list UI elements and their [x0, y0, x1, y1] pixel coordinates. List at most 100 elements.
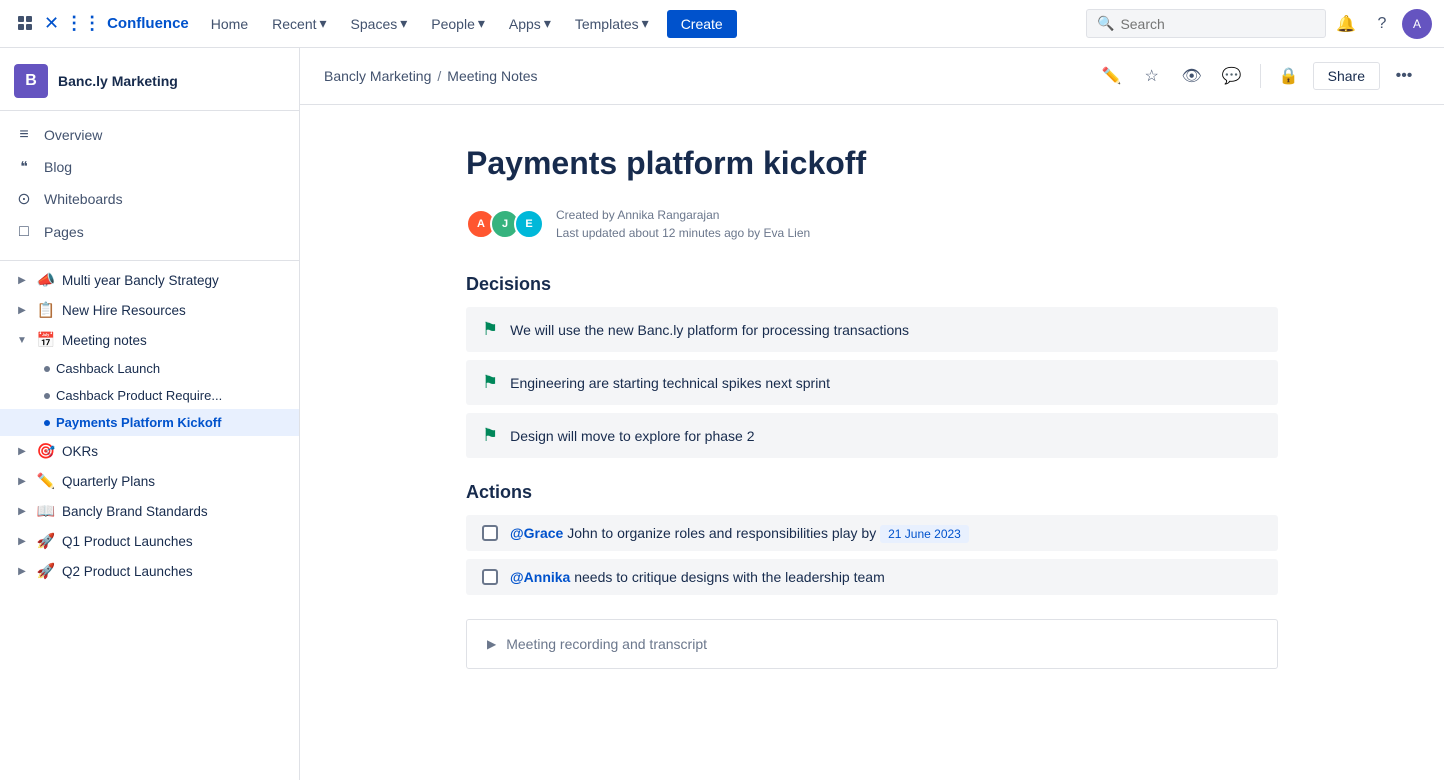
decision-text-3: Design will move to explore for phase 2 — [510, 428, 754, 444]
okrs-icon: 🎯 — [36, 442, 56, 460]
q2-launches-icon: 🚀 — [36, 562, 56, 580]
sidebar-item-blog[interactable]: ❝ Blog — [0, 151, 299, 182]
top-nav: ✕ ⋮⋮ Confluence Home Recent ▾ Spaces ▾ P… — [0, 0, 1444, 48]
bullet-icon — [44, 366, 50, 372]
grid-icon[interactable] — [12, 10, 40, 38]
quarterly-icon: ✏️ — [36, 472, 56, 490]
action-checkbox-1[interactable] — [482, 525, 498, 541]
sidebar-item-pages[interactable]: □ Pages — [0, 216, 299, 248]
sidebar-item-multi-year[interactable]: ▶ 📣 Multi year Bancly Strategy — [0, 265, 299, 295]
user-avatar[interactable]: A — [1402, 9, 1432, 39]
action-checkbox-2[interactable] — [482, 569, 498, 585]
nav-templates[interactable]: Templates ▾ — [565, 9, 659, 38]
sidebar-tree: ▶ 📣 Multi year Bancly Strategy ▶ 📋 New H… — [0, 265, 299, 586]
sidebar-item-q1-launches[interactable]: ▶ 🚀 Q1 Product Launches — [0, 526, 299, 556]
sidebar-item-brand[interactable]: ▶ 📖 Bancly Brand Standards — [0, 496, 299, 526]
sidebar-item-quarterly[interactable]: ▶ ✏️ Quarterly Plans — [0, 466, 299, 496]
breadcrumb-parent[interactable]: Meeting Notes — [447, 68, 537, 84]
breadcrumb-space[interactable]: Bancly Marketing — [324, 68, 431, 84]
space-name: Banc.ly Marketing — [58, 73, 178, 89]
chevron-right-icon: ▶ — [487, 637, 496, 651]
actions-heading: Actions — [466, 482, 1278, 503]
sidebar-divider — [0, 260, 299, 261]
sidebar-header: B Banc.ly Marketing — [0, 48, 299, 111]
action-mention-2: @Annika — [510, 569, 570, 585]
action-item-2: @Annika needs to critique designs with t… — [466, 559, 1278, 595]
lock-button[interactable]: 🔒 — [1273, 60, 1305, 92]
search-bar[interactable]: 🔍 — [1086, 9, 1326, 38]
search-input[interactable] — [1120, 16, 1315, 32]
decision-icon-1: ⚑ — [482, 319, 498, 340]
page-body: Payments platform kickoff A J E Created … — [442, 105, 1302, 709]
breadcrumb: Bancly Marketing / Meeting Notes — [324, 68, 538, 84]
decisions-heading: Decisions — [466, 274, 1278, 295]
watch-button[interactable]: 👁 — [1176, 60, 1208, 92]
eye-icon: 👁 — [1181, 66, 1201, 86]
separator — [1260, 64, 1261, 88]
sidebar-item-meeting-notes[interactable]: ▼ 📅 Meeting notes — [0, 325, 299, 355]
space-icon: B — [14, 64, 48, 98]
overview-icon: ≡ — [14, 126, 34, 144]
star-button[interactable]: ☆ — [1136, 60, 1168, 92]
page-title: Payments platform kickoff — [466, 145, 1278, 182]
multi-year-icon: 📣 — [36, 271, 56, 289]
actions-section: Actions @Grace John to organize roles an… — [466, 482, 1278, 595]
notifications-button[interactable]: 🔔 — [1330, 8, 1362, 40]
action-item-1: @Grace John to organize roles and respon… — [466, 515, 1278, 551]
edit-button[interactable]: ✏️ — [1096, 60, 1128, 92]
nav-recent[interactable]: Recent ▾ — [262, 9, 336, 38]
chevron-right-icon: ▶ — [14, 275, 30, 286]
meta-text: Created by Annika Rangarajan Last update… — [556, 206, 810, 242]
sidebar-item-new-hire[interactable]: ▶ 📋 New Hire Resources — [0, 295, 299, 325]
sidebar-item-payments-kickoff[interactable]: Payments Platform Kickoff — [0, 409, 299, 436]
share-button[interactable]: Share — [1313, 62, 1380, 90]
sidebar-item-cashback-product[interactable]: Cashback Product Require... — [0, 382, 299, 409]
sidebar: B Banc.ly Marketing ≡ Overview ❝ Blog ⊙ … — [0, 48, 300, 780]
logo[interactable]: ✕ ⋮⋮ Confluence — [44, 13, 189, 34]
nav-apps[interactable]: Apps ▾ — [499, 9, 561, 38]
comment-icon: 💬 — [1222, 66, 1242, 86]
recording-section[interactable]: ▶ Meeting recording and transcript — [466, 619, 1278, 669]
more-button[interactable]: ••• — [1388, 60, 1420, 92]
page-header: Bancly Marketing / Meeting Notes ✏️ ☆ 👁 … — [300, 48, 1444, 105]
sidebar-item-q2-launches[interactable]: ▶ 🚀 Q2 Product Launches — [0, 556, 299, 586]
logo-text: Confluence — [107, 15, 189, 32]
chevron-down-icon: ▼ — [14, 335, 30, 346]
chevron-right-icon: ▶ — [14, 506, 30, 517]
action-text-2: @Annika needs to critique designs with t… — [510, 569, 1262, 585]
nav-home[interactable]: Home — [201, 10, 258, 38]
main-content: Bancly Marketing / Meeting Notes ✏️ ☆ 👁 … — [300, 48, 1444, 780]
decision-item-2: ⚑ Engineering are starting technical spi… — [466, 360, 1278, 405]
chevron-right-icon: ▶ — [14, 536, 30, 547]
chevron-right-icon: ▶ — [14, 446, 30, 457]
bullet-icon — [44, 420, 50, 426]
create-button[interactable]: Create — [667, 10, 737, 38]
decision-text-2: Engineering are starting technical spike… — [510, 375, 830, 391]
more-icon: ••• — [1396, 67, 1413, 85]
sidebar-item-cashback-launch[interactable]: Cashback Launch — [0, 355, 299, 382]
help-button[interactable]: ? — [1366, 8, 1398, 40]
help-icon: ? — [1378, 15, 1387, 33]
nav-people[interactable]: People ▾ — [421, 9, 495, 38]
q1-launches-icon: 🚀 — [36, 532, 56, 550]
chevron-right-icon: ▶ — [14, 305, 30, 316]
confluence-logo-icon: ✕ — [44, 13, 59, 34]
sidebar-item-okrs[interactable]: ▶ 🎯 OKRs — [0, 436, 299, 466]
brand-icon: 📖 — [36, 502, 56, 520]
comment-button[interactable]: 💬 — [1216, 60, 1248, 92]
pages-icon: □ — [14, 223, 34, 241]
sidebar-item-whiteboards[interactable]: ⊙ Whiteboards — [0, 182, 299, 216]
decision-icon-3: ⚑ — [482, 425, 498, 446]
sidebar-item-overview[interactable]: ≡ Overview — [0, 119, 299, 151]
layout: B Banc.ly Marketing ≡ Overview ❝ Blog ⊙ … — [0, 48, 1444, 780]
contributors-avatars: A J E — [466, 209, 544, 239]
confluence-logo-mark: ⋮⋮ — [65, 13, 101, 34]
chevron-right-icon: ▶ — [14, 566, 30, 577]
decision-icon-2: ⚑ — [482, 372, 498, 393]
decision-text-1: We will use the new Banc.ly platform for… — [510, 322, 909, 338]
nav-spaces[interactable]: Spaces ▾ — [341, 9, 418, 38]
whiteboards-icon: ⊙ — [14, 189, 34, 209]
search-icon: 🔍 — [1097, 15, 1114, 32]
chevron-right-icon: ▶ — [14, 476, 30, 487]
action-mention-1: @Grace — [510, 525, 563, 541]
